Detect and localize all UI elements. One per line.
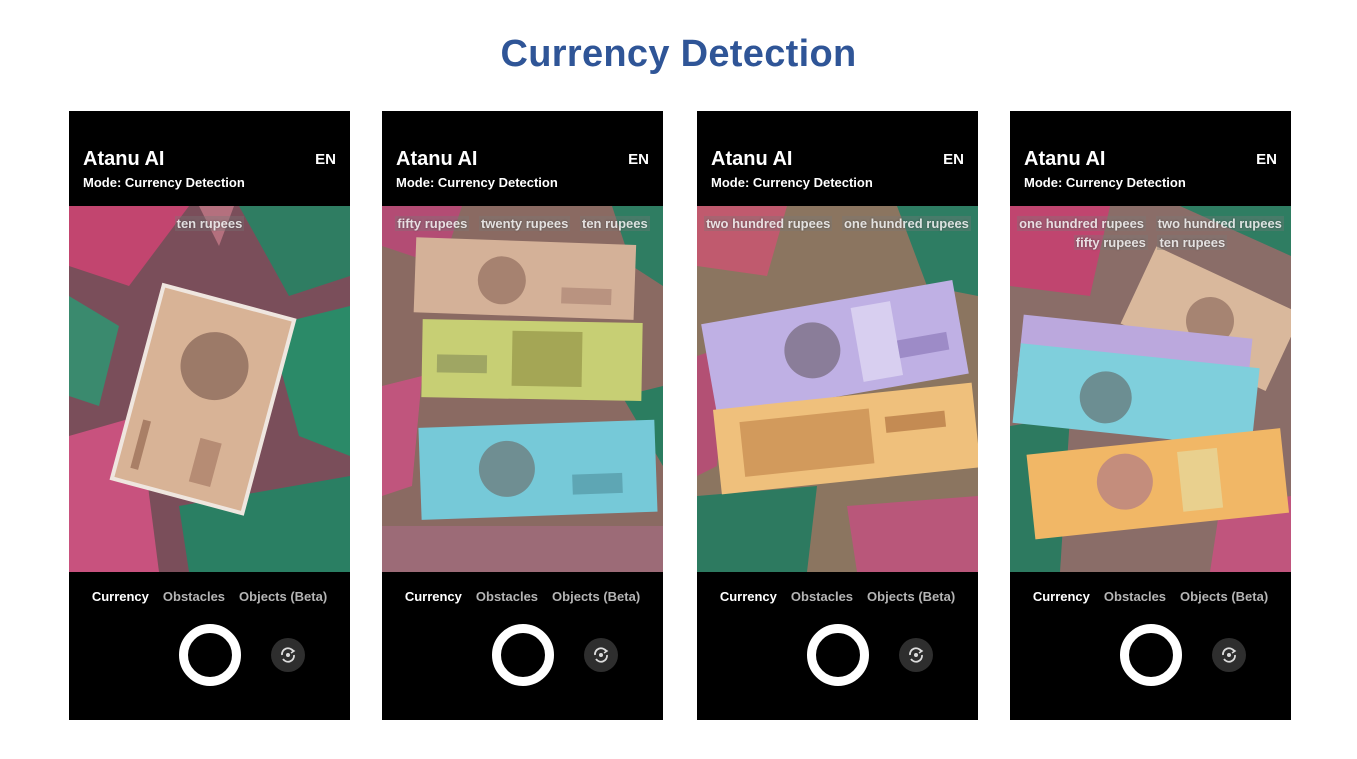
tab-obstacles[interactable]: Obstacles (1104, 589, 1166, 604)
camera-viewfinder: fifty rupees twenty rupees ten rupees (382, 206, 663, 572)
tab-currency[interactable]: Currency (92, 589, 149, 604)
phone-screen-3: Atanu AI EN Mode: Currency Detection two… (697, 111, 978, 720)
shutter-button-icon[interactable] (807, 624, 869, 686)
detected-label: fifty rupees (395, 216, 470, 231)
tab-currency[interactable]: Currency (1033, 589, 1090, 604)
flip-camera-icon[interactable] (271, 638, 305, 672)
phone-screen-1: Atanu AI EN Mode: Currency Detection ten… (69, 111, 350, 720)
shutter-button-icon[interactable] (179, 624, 241, 686)
tab-objects-beta[interactable]: Objects (Beta) (552, 589, 640, 604)
language-button[interactable]: EN (628, 151, 649, 168)
camera-feed-image (1010, 206, 1291, 572)
detected-currency-labels: ten rupees (73, 214, 346, 233)
camera-feed-image (382, 206, 663, 572)
app-name: Atanu AI (711, 148, 793, 170)
detected-currency-labels: one hundred rupees two hundred rupees fi… (1014, 214, 1287, 252)
detected-label: ten rupees (580, 216, 650, 231)
mode-label: Mode: Currency Detection (83, 175, 245, 190)
app-name: Atanu AI (83, 148, 165, 170)
tab-obstacles[interactable]: Obstacles (163, 589, 225, 604)
language-button[interactable]: EN (315, 151, 336, 168)
mode-label: Mode: Currency Detection (396, 175, 558, 190)
detected-currency-labels: fifty rupees twenty rupees ten rupees (386, 214, 659, 233)
mode-label: Mode: Currency Detection (711, 175, 873, 190)
page-title: Currency Detection (500, 33, 857, 75)
mode-label: Mode: Currency Detection (1024, 175, 1186, 190)
tab-currency[interactable]: Currency (720, 589, 777, 604)
flip-camera-icon[interactable] (584, 638, 618, 672)
mode-tabs: Currency Obstacles Objects (Beta) (69, 589, 350, 604)
detected-label: twenty rupees (478, 216, 571, 231)
shutter-button-icon[interactable] (1120, 624, 1182, 686)
shutter-button-icon[interactable] (492, 624, 554, 686)
detected-label: ten rupees (174, 216, 245, 231)
camera-viewfinder: two hundred rupees one hundred rupees (697, 206, 978, 572)
camera-feed-image (697, 206, 978, 572)
tab-objects-beta[interactable]: Objects (Beta) (239, 589, 327, 604)
mode-tabs: Currency Obstacles Objects (Beta) (382, 589, 663, 604)
tab-obstacles[interactable]: Obstacles (791, 589, 853, 604)
language-button[interactable]: EN (943, 151, 964, 168)
tab-currency[interactable]: Currency (405, 589, 462, 604)
tab-obstacles[interactable]: Obstacles (476, 589, 538, 604)
camera-viewfinder: ten rupees (69, 206, 350, 572)
detected-label: two hundred rupees (704, 216, 833, 231)
camera-viewfinder: one hundred rupees two hundred rupees fi… (1010, 206, 1291, 572)
detected-label: ten rupees (1157, 235, 1228, 250)
mode-tabs: Currency Obstacles Objects (Beta) (697, 589, 978, 604)
phone-screen-4: Atanu AI EN Mode: Currency Detection one… (1010, 111, 1291, 720)
camera-feed-image (69, 206, 350, 572)
language-button[interactable]: EN (1256, 151, 1277, 168)
detected-label: one hundred rupees (841, 216, 971, 231)
detected-currency-labels: two hundred rupees one hundred rupees (701, 214, 974, 233)
mode-tabs: Currency Obstacles Objects (Beta) (1010, 589, 1291, 604)
flip-camera-icon[interactable] (1212, 638, 1246, 672)
detected-label: one hundred rupees (1017, 216, 1147, 231)
phone-screen-2: Atanu AI EN Mode: Currency Detection fif… (382, 111, 663, 720)
app-name: Atanu AI (396, 148, 478, 170)
detected-label: two hundred rupees (1155, 216, 1284, 231)
detected-label: fifty rupees (1073, 235, 1148, 250)
app-name: Atanu AI (1024, 148, 1106, 170)
tab-objects-beta[interactable]: Objects (Beta) (867, 589, 955, 604)
tab-objects-beta[interactable]: Objects (Beta) (1180, 589, 1268, 604)
flip-camera-icon[interactable] (899, 638, 933, 672)
